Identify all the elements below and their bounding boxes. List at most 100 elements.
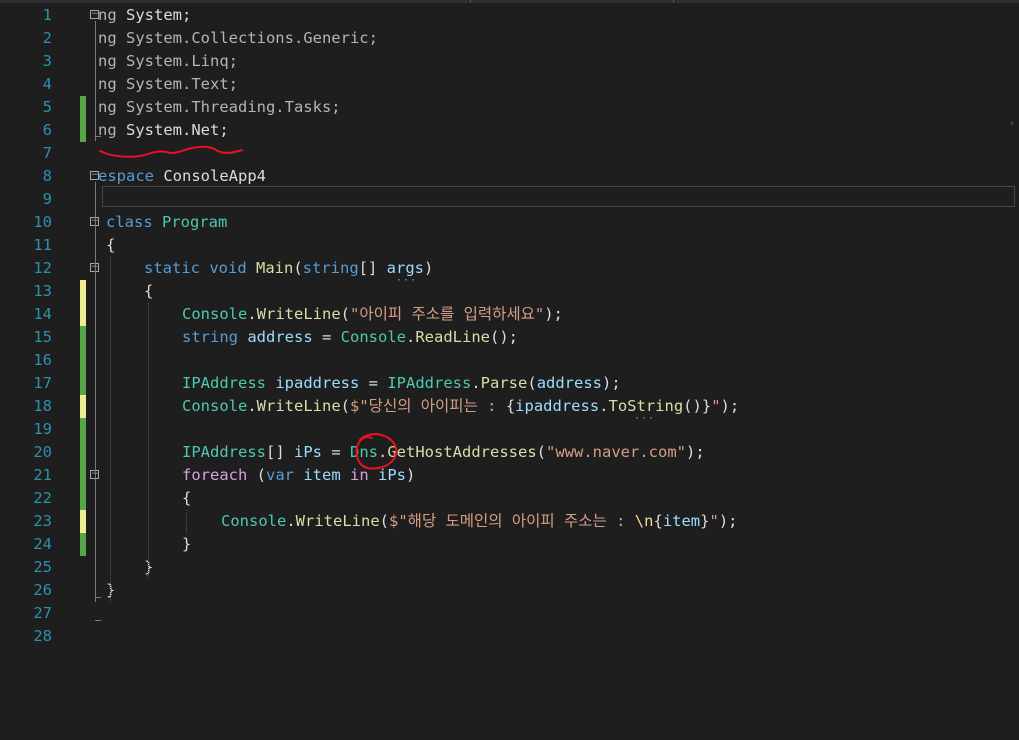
code-token: ipaddress — [275, 374, 360, 392]
code-line[interactable]: 6 ng System.Net; — [0, 119, 1019, 142]
code-line[interactable]: 10−class Program — [0, 211, 1019, 234]
code-line[interactable]: 17 IPAddress ipaddress = IPAddress.Parse(… — [0, 372, 1019, 395]
code-token: ( — [256, 466, 266, 484]
code-line[interactable]: 14 Console.WriteLine("아이피 주소를 입력하세요"); — [0, 303, 1019, 326]
code-token: item — [303, 466, 350, 484]
saved-change-marker — [80, 418, 86, 441]
code-token: = — [359, 374, 388, 392]
saved-change-marker — [80, 464, 86, 487]
code-line[interactable]: 16 — [0, 349, 1019, 372]
code-text: } — [182, 533, 191, 556]
code-text: static void Main(string[] args) — [144, 257, 433, 280]
code-token: ng — [98, 29, 126, 47]
line-number: 9 — [42, 190, 52, 208]
line-number: 25 — [33, 558, 52, 576]
code-line[interactable]: 3 ng System.Linq; — [0, 50, 1019, 73]
code-token: . — [471, 374, 481, 392]
code-text: string address = Console.ReadLine(); — [182, 326, 518, 349]
line-number: 1 — [42, 6, 52, 24]
line-number: 18 — [33, 397, 52, 415]
code-line[interactable]: 20 IPAddress[] iPs = Dns.GetHostAddresses… — [0, 441, 1019, 464]
code-token: Program — [162, 213, 228, 231]
code-token: item — [662, 512, 701, 530]
code-token: . — [405, 328, 416, 346]
code-line[interactable]: 19 — [0, 418, 1019, 441]
unsaved-change-marker — [80, 303, 86, 326]
code-token: = — [322, 443, 350, 461]
line-number: 7 — [42, 144, 52, 162]
suggestion-dots-icon[interactable]: ··· — [396, 276, 417, 286]
saved-change-marker — [80, 96, 86, 119]
code-line[interactable]: 26} — [0, 579, 1019, 602]
line-number: 15 — [33, 328, 52, 346]
code-token: class — [106, 213, 162, 231]
line-number: 3 — [42, 52, 52, 70]
code-text: Console.WriteLine("아이피 주소를 입력하세요"); — [182, 303, 563, 326]
code-token: } — [182, 535, 192, 553]
code-token: ; — [219, 121, 229, 139]
unsaved-change-marker — [80, 510, 86, 533]
code-token: ConsoleApp4 — [163, 167, 266, 185]
suggestion-dots-icon[interactable]: ··· — [634, 414, 655, 424]
code-token: () — [683, 397, 702, 415]
line-number: 2 — [42, 29, 52, 47]
code-line[interactable]: 18 Console.WriteLine($"당신의 아이피는 : {ipaddr… — [0, 395, 1019, 418]
code-token: IPAddress — [182, 374, 276, 392]
code-line[interactable]: 8− espace ConsoleApp4 — [0, 165, 1019, 188]
line-number: 17 — [33, 374, 52, 392]
code-token: . — [247, 397, 257, 415]
code-token: $"해당 도메인의 아이피 주소는 : — [389, 512, 635, 530]
indent-guide — [186, 510, 187, 533]
code-line[interactable]: 22 { — [0, 487, 1019, 510]
code-line[interactable]: 15 string address = Console.ReadLine(); — [0, 326, 1019, 349]
line-number: 23 — [33, 512, 52, 530]
code-token: System.Collections.Generic; — [126, 29, 378, 47]
line-number: 28 — [33, 627, 52, 645]
code-token: ( — [293, 259, 303, 277]
line-number: 13 — [33, 282, 52, 300]
code-token: ng — [98, 52, 126, 70]
code-token: { — [106, 236, 116, 254]
code-line[interactable]: 11 { — [0, 234, 1019, 257]
code-line[interactable]: 27 — [0, 602, 1019, 625]
line-number: 4 — [42, 75, 52, 93]
code-token: [] — [358, 259, 387, 277]
line-number: 19 — [33, 420, 52, 438]
code-token: ); — [720, 397, 740, 415]
code-line[interactable]: 28 — [0, 625, 1019, 648]
code-line[interactable]: 2 ng System.Collections.Generic; — [0, 27, 1019, 50]
code-line[interactable]: 13 { — [0, 280, 1019, 303]
code-line[interactable]: 1− ng System; — [0, 4, 1019, 27]
code-editor[interactable]: 1− ng System; 2 ng System.Collections.Gener… — [0, 3, 1019, 740]
code-token: (); — [489, 328, 518, 346]
code-line[interactable]: 5 ng System.Threading.Tasks; — [0, 96, 1019, 119]
code-text: foreach (var item in iPs) — [182, 464, 415, 487]
code-token: Main — [256, 259, 294, 277]
code-token: GetHostAddresses — [387, 443, 537, 461]
code-token: ( — [340, 397, 351, 415]
code-line[interactable]: 7 — [0, 142, 1019, 165]
code-line[interactable]: 12−static void Main(string[] args) — [0, 257, 1019, 280]
code-token: ( — [527, 374, 537, 392]
foreach-region-line — [95, 481, 96, 551]
code-token: in — [350, 466, 378, 484]
region-end-tick — [95, 597, 101, 598]
code-token: Console — [221, 512, 287, 530]
indent-guide — [110, 257, 111, 602]
code-line[interactable]: 23 Console.WriteLine($"해당 도메인의 아이피 주소는 : … — [0, 510, 1019, 533]
code-token: { — [653, 512, 663, 530]
code-line[interactable]: 21−foreach (var item in iPs) — [0, 464, 1019, 487]
code-token: espace — [98, 167, 164, 185]
code-token: System.Linq; — [126, 52, 238, 70]
code-token: ( — [536, 443, 546, 461]
code-token: . — [182, 121, 192, 139]
code-token: ); — [602, 374, 621, 392]
line-number: 21 — [33, 466, 52, 484]
code-token: address — [536, 374, 603, 392]
code-line[interactable]: 24} — [0, 533, 1019, 556]
code-token: ng — [98, 6, 126, 24]
code-token: Console — [182, 397, 248, 415]
code-line[interactable]: 25} — [0, 556, 1019, 579]
code-text: ng System.Text; — [98, 73, 238, 96]
code-line[interactable]: 4 ng System.Text; — [0, 73, 1019, 96]
